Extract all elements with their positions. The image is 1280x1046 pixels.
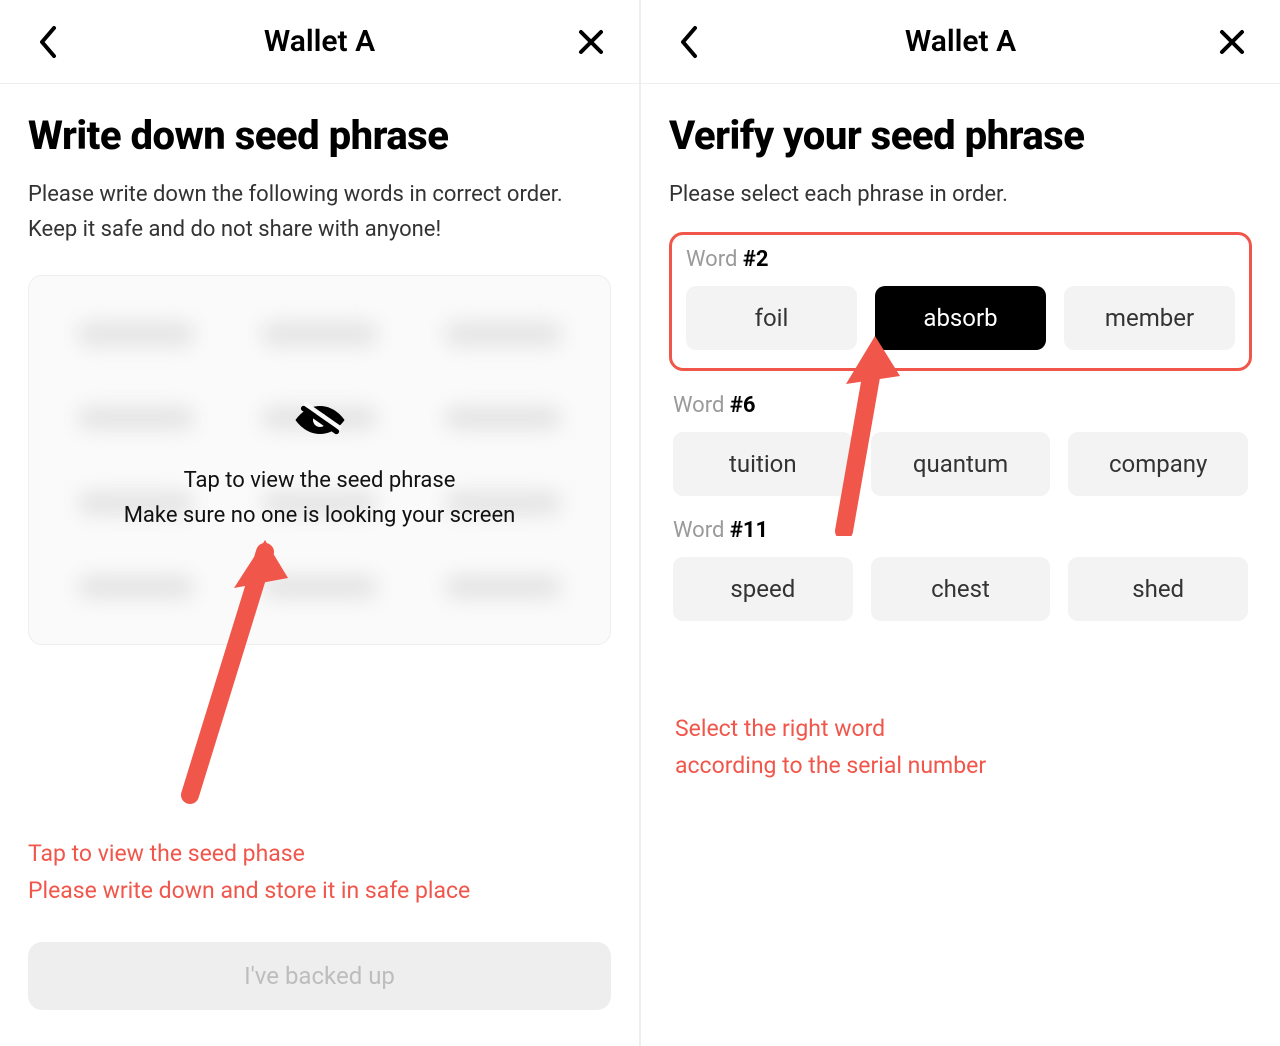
word-option[interactable]: member xyxy=(1064,286,1235,350)
word-label: Word #6 xyxy=(673,393,1248,418)
word-label: Word #11 xyxy=(673,518,1248,543)
seed-phrase-box[interactable]: Tap to view the seed phrase Make sure no… xyxy=(28,275,611,645)
topbar: Wallet A xyxy=(641,0,1280,84)
verify-word-group: Word #11 speed chest shed xyxy=(669,518,1252,621)
annotation-line1: Select the right word xyxy=(675,711,1252,748)
word-option[interactable]: speed xyxy=(673,557,853,621)
annotation-line1: Tap to view the seed phase xyxy=(28,836,470,873)
backed-up-button[interactable]: I've backed up xyxy=(28,942,611,1010)
seed-overlay-line1: Tap to view the seed phrase xyxy=(184,468,456,493)
chevron-left-icon xyxy=(678,25,700,59)
word-label-prefix: Word xyxy=(673,518,730,543)
topbar: Wallet A xyxy=(0,0,639,84)
word-label-prefix: Word xyxy=(673,393,730,418)
word-option[interactable]: foil xyxy=(686,286,857,350)
screen-write-down-seed: Wallet A Write down seed phrase Please w… xyxy=(0,0,640,1046)
seed-overlay-line2: Make sure no one is looking your screen xyxy=(124,503,516,528)
subtext: Please select each phrase in order. xyxy=(669,177,1252,212)
word-label: Word #2 xyxy=(686,247,1235,272)
annotation-text: Select the right word according to the s… xyxy=(675,711,1252,785)
annotation-line2: Please write down and store it in safe p… xyxy=(28,873,470,910)
choice-row: foil absorb member xyxy=(686,286,1235,350)
word-label-number: #11 xyxy=(730,518,768,543)
verify-word-group: Word #2 foil absorb member xyxy=(669,232,1252,371)
eye-off-icon xyxy=(292,392,348,448)
word-option[interactable]: absorb xyxy=(875,286,1046,350)
annotation-line2: according to the serial number xyxy=(675,748,1252,785)
word-option[interactable]: tuition xyxy=(673,432,853,496)
word-label-number: #2 xyxy=(743,247,769,272)
close-button[interactable] xyxy=(1212,22,1252,62)
screen-verify-seed: Wallet A Verify your seed phrase Please … xyxy=(640,0,1280,1046)
chevron-left-icon xyxy=(37,25,59,59)
choice-row: speed chest shed xyxy=(673,557,1248,621)
heading: Verify your seed phrase xyxy=(669,112,1252,159)
page-title: Wallet A xyxy=(905,24,1016,59)
word-label-prefix: Word xyxy=(686,247,743,272)
subtext: Please write down the following words in… xyxy=(28,177,611,247)
heading: Write down seed phrase xyxy=(28,112,611,159)
annotation-text: Tap to view the seed phase Please write … xyxy=(28,836,470,910)
back-button[interactable] xyxy=(28,22,68,62)
word-option[interactable]: company xyxy=(1068,432,1248,496)
word-option[interactable]: chest xyxy=(871,557,1051,621)
word-option[interactable]: quantum xyxy=(871,432,1051,496)
verify-word-group: Word #6 tuition quantum company xyxy=(669,393,1252,496)
back-button[interactable] xyxy=(669,22,709,62)
close-button[interactable] xyxy=(571,22,611,62)
seed-overlay[interactable]: Tap to view the seed phrase Make sure no… xyxy=(29,276,610,644)
choice-row: tuition quantum company xyxy=(673,432,1248,496)
page-title: Wallet A xyxy=(264,24,375,59)
close-icon xyxy=(1219,29,1245,55)
word-label-number: #6 xyxy=(730,393,756,418)
word-option[interactable]: shed xyxy=(1068,557,1248,621)
close-icon xyxy=(578,29,604,55)
